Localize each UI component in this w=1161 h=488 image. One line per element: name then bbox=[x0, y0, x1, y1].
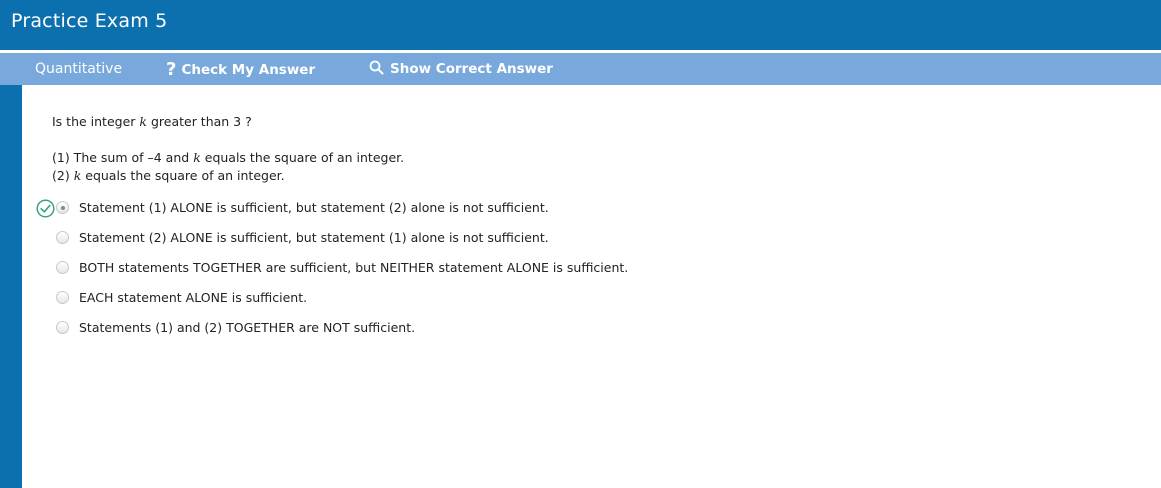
choice-2-label: Statement (2) ALONE is sufficient, but s… bbox=[79, 230, 549, 245]
show-correct-answer-button[interactable]: Show Correct Answer bbox=[369, 53, 553, 85]
statement-2-text-end: equals the square of an integer. bbox=[85, 168, 285, 183]
stem-variable: k bbox=[139, 114, 147, 129]
choice-3-label: BOTH statements TOGETHER are sufficient,… bbox=[79, 260, 629, 275]
toolbar: Quantitative ? Check My Answer Show Corre… bbox=[0, 53, 1161, 85]
stem-text-end: greater than 3 ? bbox=[150, 114, 252, 129]
exam-title: Practice Exam 5 bbox=[11, 10, 168, 32]
statement-1-variable: k bbox=[193, 150, 201, 165]
choice-4-label: EACH statement ALONE is sufficient. bbox=[79, 290, 308, 305]
statement-2-text-start: (2) bbox=[52, 168, 74, 183]
question-mark-icon: ? bbox=[166, 59, 177, 80]
choice-1-label: Statement (1) ALONE is sufficient, but s… bbox=[79, 200, 549, 215]
statement-1: (1) The sum of –4 and k equals the squar… bbox=[52, 150, 404, 165]
check-my-answer-label: Check My Answer bbox=[181, 62, 316, 78]
correct-answer-check-icon bbox=[36, 199, 55, 218]
statement-1-text-end: equals the square of an integer. bbox=[204, 150, 405, 165]
left-rail bbox=[0, 85, 22, 488]
statement-1-text-start: (1) The sum of –4 and bbox=[52, 150, 194, 165]
choice-1-radio[interactable] bbox=[56, 201, 69, 214]
answer-choice-5[interactable]: Statements (1) and (2) TOGETHER are NOT … bbox=[56, 320, 756, 338]
choice-5-radio[interactable] bbox=[56, 321, 69, 334]
section-label: Quantitative bbox=[35, 61, 123, 77]
statement-2-variable: k bbox=[73, 168, 82, 183]
choice-4-radio[interactable] bbox=[56, 291, 69, 304]
question-stem: Is the integer k greater than 3 ? bbox=[52, 114, 252, 129]
check-my-answer-button[interactable]: ? Check My Answer bbox=[166, 53, 315, 85]
title-bar: Practice Exam 5 bbox=[0, 0, 1161, 50]
answer-choice-3[interactable]: BOTH statements TOGETHER are sufficient,… bbox=[56, 260, 756, 278]
stem-text-start: Is the integer bbox=[52, 114, 140, 129]
choice-3-radio[interactable] bbox=[56, 261, 69, 274]
choice-5-label: Statements (1) and (2) TOGETHER are NOT … bbox=[79, 320, 416, 335]
choice-2-radio[interactable] bbox=[56, 231, 69, 244]
show-correct-answer-label: Show Correct Answer bbox=[390, 61, 553, 77]
statement-2: (2) k equals the square of an integer. bbox=[52, 168, 285, 183]
answer-choice-4[interactable]: EACH statement ALONE is sufficient. bbox=[56, 290, 756, 308]
answer-choice-1[interactable]: Statement (1) ALONE is sufficient, but s… bbox=[56, 200, 756, 218]
magnifier-icon bbox=[369, 60, 384, 75]
answer-choice-2[interactable]: Statement (2) ALONE is sufficient, but s… bbox=[56, 230, 756, 248]
